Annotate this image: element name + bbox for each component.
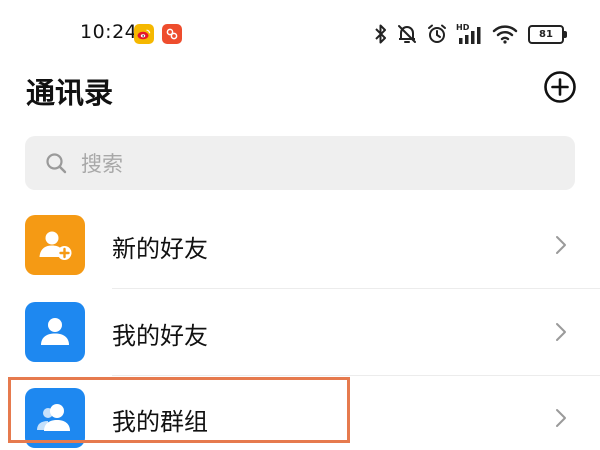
alarm-icon [426, 23, 448, 45]
add-button[interactable] [543, 70, 577, 104]
contacts-screen: 10:24 HD 81 通讯录 搜索 新的好友 我的好友 我的群组 [0, 0, 600, 450]
status-time: 10:24 [80, 21, 138, 43]
add-friend-icon [25, 215, 85, 275]
plus-circle-icon [544, 71, 576, 103]
status-bar: 10:24 HD 81 [0, 0, 600, 66]
battery-icon: 81 [528, 24, 567, 44]
list-item-label: 我的群组 [112, 408, 208, 436]
search-icon [46, 153, 67, 174]
svg-text:HD: HD [456, 23, 470, 32]
chevron-right-icon [556, 236, 566, 254]
status-icons: HD 81 [366, 20, 567, 48]
list-item-my-groups[interactable]: 我的群组 [0, 375, 600, 450]
wifi-icon [492, 24, 518, 44]
page-title: 通讯录 [26, 76, 114, 110]
app-badge-icon [162, 24, 182, 44]
bluetooth-icon [374, 23, 388, 45]
list-item-new-friends[interactable]: 新的好友 [0, 202, 600, 288]
weibo-icon [134, 24, 154, 44]
signal-icon: HD [456, 22, 484, 46]
chevron-right-icon [556, 409, 566, 427]
list-item-my-friends[interactable]: 我的好友 [0, 289, 600, 375]
list-item-label: 我的好友 [112, 322, 208, 350]
chevron-right-icon [556, 323, 566, 341]
search-placeholder: 搜索 [81, 152, 123, 176]
mute-bell-icon [396, 23, 418, 45]
person-icon [25, 302, 85, 362]
group-icon [25, 388, 85, 448]
search-input[interactable]: 搜索 [25, 136, 575, 190]
list-item-label: 新的好友 [112, 235, 208, 263]
